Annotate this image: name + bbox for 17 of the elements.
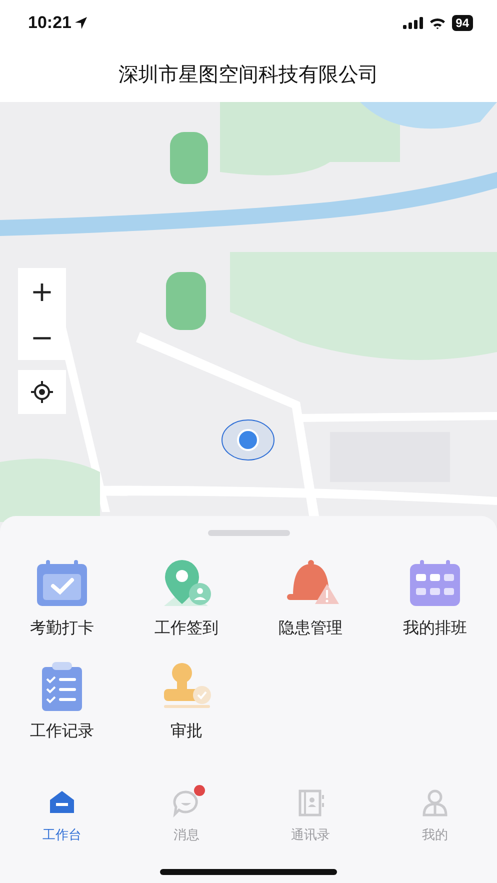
page-title: 深圳市星图空间科技有限公司 bbox=[118, 60, 378, 88]
app-label[interactable]: 考勤打卡 bbox=[30, 618, 94, 639]
app-label[interactable]: 工作记录 bbox=[30, 721, 94, 742]
signal-icon bbox=[402, 17, 423, 29]
tab-item[interactable]: 工作台 bbox=[0, 778, 124, 856]
clock-time: 10:21 bbox=[28, 13, 72, 33]
app-label[interactable]: 我的排班 bbox=[402, 618, 467, 639]
app-label[interactable]: 审批 bbox=[170, 721, 202, 742]
drag-handle[interactable] bbox=[208, 530, 290, 536]
current-location-icon bbox=[220, 418, 276, 462]
battery-level: 94 bbox=[452, 15, 473, 31]
locate-icon bbox=[30, 380, 54, 404]
locate-button[interactable] bbox=[18, 370, 66, 414]
wifi-icon bbox=[428, 17, 446, 29]
app-label[interactable]: 隐患管理 bbox=[278, 618, 343, 639]
location-arrow-icon bbox=[74, 16, 88, 30]
app-label[interactable]: 工作签到 bbox=[154, 618, 218, 639]
